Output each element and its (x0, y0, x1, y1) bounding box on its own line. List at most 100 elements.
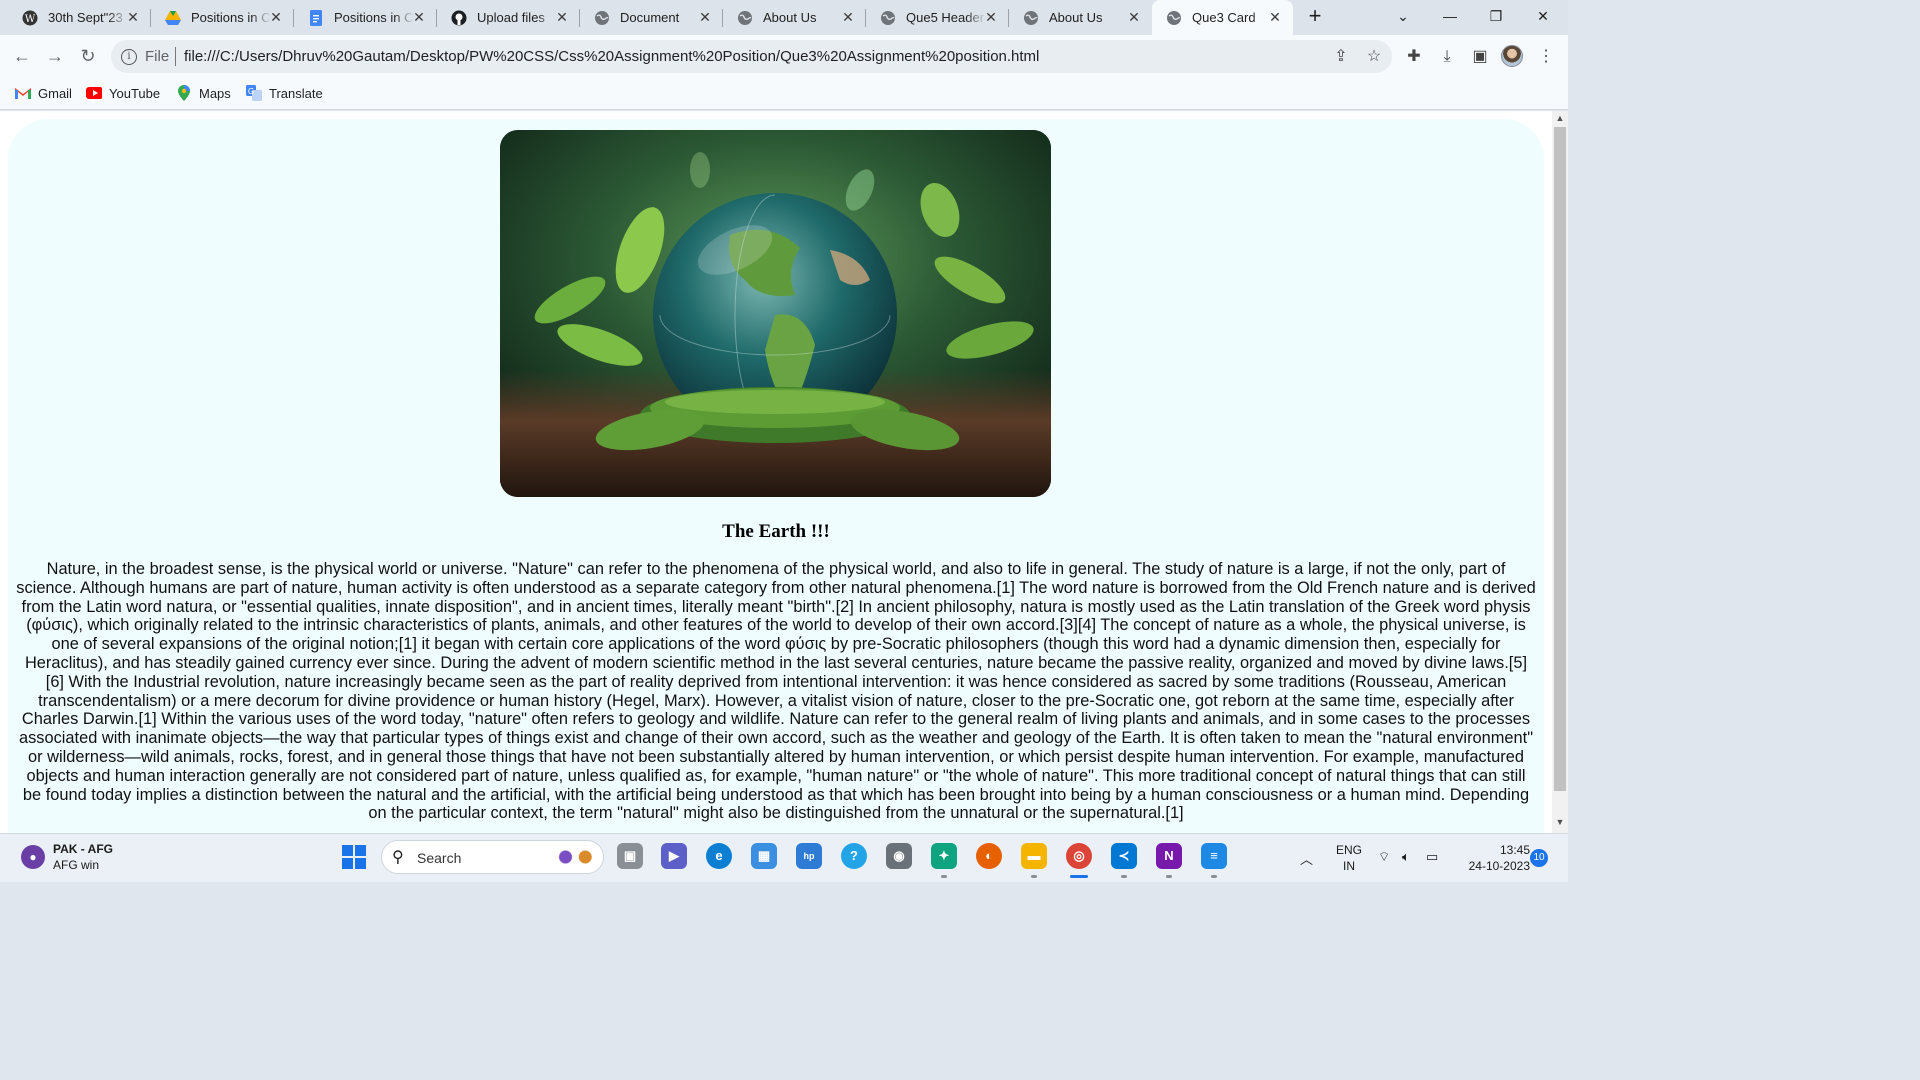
bookmark-youtube[interactable]: YouTube (86, 84, 160, 102)
tab-que3-card[interactable]: Que3 Card ✕ (1152, 0, 1293, 35)
region-label: IN (1343, 859, 1355, 873)
side-panel-icon[interactable]: ▣ (1469, 46, 1491, 68)
star-bookmark-icon[interactable]: ☆ (1363, 46, 1385, 68)
earth-illustration (500, 130, 1051, 497)
widget-subtitle[interactable]: AFG win (53, 858, 99, 872)
wordpress-icon: W (22, 10, 38, 26)
system-clock[interactable]: 13:45 24-10-2023 (1452, 842, 1530, 874)
tab-positions-docs[interactable]: Positions in C ✕ (294, 0, 437, 35)
windows-taskbar (0, 833, 1568, 882)
running-indicator (1121, 875, 1127, 878)
bookmark-maps[interactable]: Maps (176, 84, 231, 102)
camera-icon[interactable]: ◉ (886, 843, 912, 869)
scroll-down-arrow-icon[interactable]: ▼ (1552, 817, 1568, 831)
forward-arrow-icon[interactable]: → (41, 42, 69, 70)
tab-positions-drive[interactable]: Positions in C ✕ (151, 0, 294, 35)
cricket-widget-icon[interactable]: ● (21, 845, 45, 869)
clock-date: 24-10-2023 (1468, 859, 1530, 873)
tab-close-icon[interactable]: ✕ (554, 9, 570, 25)
google-docs-icon (308, 9, 324, 26)
active-app-indicator (1070, 875, 1088, 878)
tab-search-chevron-icon[interactable]: ⌄ (1380, 0, 1426, 35)
chrome-icon[interactable]: ◎ (1066, 843, 1092, 869)
tab-about-us-2[interactable]: About Us ✕ (1009, 0, 1152, 35)
tab-title: 30th Sept"23 (48, 10, 123, 25)
svg-text:W: W (25, 14, 36, 25)
bookmark-label: Maps (199, 85, 231, 101)
running-indicator (941, 875, 947, 878)
github-icon (451, 10, 467, 26)
language-indicator[interactable]: ENG IN (1336, 842, 1362, 874)
tray-overflow-chevron-icon[interactable]: ︿ (1300, 849, 1313, 868)
tab-close-icon[interactable]: ✕ (840, 9, 856, 25)
back-arrow-icon[interactable]: ← (8, 42, 36, 70)
windows-start-icon[interactable] (342, 845, 366, 869)
globe-icon (1023, 10, 1039, 26)
help-icon[interactable]: ? (841, 843, 867, 869)
scroll-up-arrow-icon[interactable]: ▲ (1552, 113, 1568, 127)
volume-icon[interactable]: 🔈︎ (1402, 849, 1410, 865)
tab-close-icon[interactable]: ✕ (1267, 9, 1283, 25)
url-text[interactable]: file:///C:/Users/Dhruv%20Gautam/Desktop/… (184, 48, 1039, 65)
battery-icon[interactable]: ▭ (1426, 849, 1438, 865)
tab-title: Document (620, 10, 680, 25)
tab-que5-header[interactable]: Que5 Header ✕ (866, 0, 1009, 35)
onenote-icon[interactable]: N (1156, 843, 1182, 869)
tab-close-icon[interactable]: ✕ (697, 9, 713, 25)
maps-icon (176, 85, 192, 101)
close-window-button[interactable]: ✕ (1520, 0, 1566, 35)
download-icon[interactable]: ⤓ (1436, 46, 1458, 68)
tab-about-us-1[interactable]: About Us ✕ (723, 0, 866, 35)
globe-icon (1166, 10, 1182, 26)
tab-close-icon[interactable]: ✕ (1126, 9, 1142, 25)
hp-app-icon[interactable]: hp (796, 843, 822, 869)
file-explorer-icon[interactable]: ▬ (1021, 843, 1047, 869)
info-icon[interactable]: i (121, 49, 137, 65)
tab-close-icon[interactable]: ✕ (983, 9, 999, 25)
tab-30th-sept[interactable]: W 30th Sept"23 ✕ (8, 0, 151, 35)
search-placeholder: Search (417, 850, 462, 866)
new-tab-button[interactable]: + (1303, 5, 1327, 29)
microsoft-store-icon[interactable]: ▦ (751, 843, 777, 869)
google-drive-icon (165, 10, 181, 26)
tab-close-icon[interactable]: ✕ (125, 9, 141, 25)
widget-title[interactable]: PAK - AFG (53, 842, 113, 856)
vscode-icon[interactable]: ≺ (1111, 843, 1137, 869)
scrollbar-thumb[interactable] (1554, 127, 1566, 791)
task-view-icon[interactable]: ▣ (617, 843, 643, 869)
globe-icon (594, 10, 610, 26)
scheme-label: File (145, 48, 170, 65)
teams-meet-icon[interactable]: ▶ (661, 843, 687, 869)
chatgpt-icon[interactable]: ✦ (931, 843, 957, 869)
tab-title: Que5 Header (906, 10, 985, 25)
notepad-icon[interactable]: ≡ (1201, 843, 1227, 869)
reload-icon[interactable]: ↻ (74, 42, 102, 70)
globe-icon (737, 10, 753, 26)
bookmark-label: Translate (269, 85, 323, 101)
menu-kebab-icon[interactable]: ⋮ (1535, 46, 1557, 68)
bookmarks-bar (0, 78, 1568, 110)
extensions-puzzle-icon[interactable]: ✚ (1403, 46, 1425, 68)
restore-button[interactable]: ❐ (1473, 0, 1519, 35)
youtube-icon (86, 86, 102, 100)
page-viewport: The Earth !!! Nature, in the broadest se… (0, 111, 1552, 833)
card-title: The Earth !!! (722, 521, 830, 542)
notification-badge[interactable]: 10 (1530, 849, 1548, 867)
tab-close-icon[interactable]: ✕ (268, 9, 284, 25)
tab-upload-files[interactable]: Upload files ✕ (437, 0, 580, 35)
running-indicator (1211, 875, 1217, 878)
wifi-icon[interactable]: ⌔ (1378, 849, 1390, 865)
minimize-button[interactable]: — (1427, 0, 1473, 35)
translate-icon: G (246, 85, 262, 101)
bookmark-gmail[interactable]: Gmail (15, 84, 72, 102)
gmail-icon (15, 86, 31, 100)
bookmark-translate[interactable]: G Translate (246, 84, 323, 102)
tab-close-icon[interactable]: ✕ (411, 9, 427, 25)
tab-document[interactable]: Document ✕ (580, 0, 723, 35)
edge-browser-icon[interactable]: e (706, 843, 732, 869)
profile-avatar[interactable] (1501, 45, 1523, 67)
search-icon: ⚲ (392, 849, 404, 866)
bookmark-label: Gmail (38, 85, 72, 101)
firefox-icon[interactable]: ◐ (976, 843, 1002, 869)
share-icon[interactable]: ⇪ (1330, 46, 1352, 68)
